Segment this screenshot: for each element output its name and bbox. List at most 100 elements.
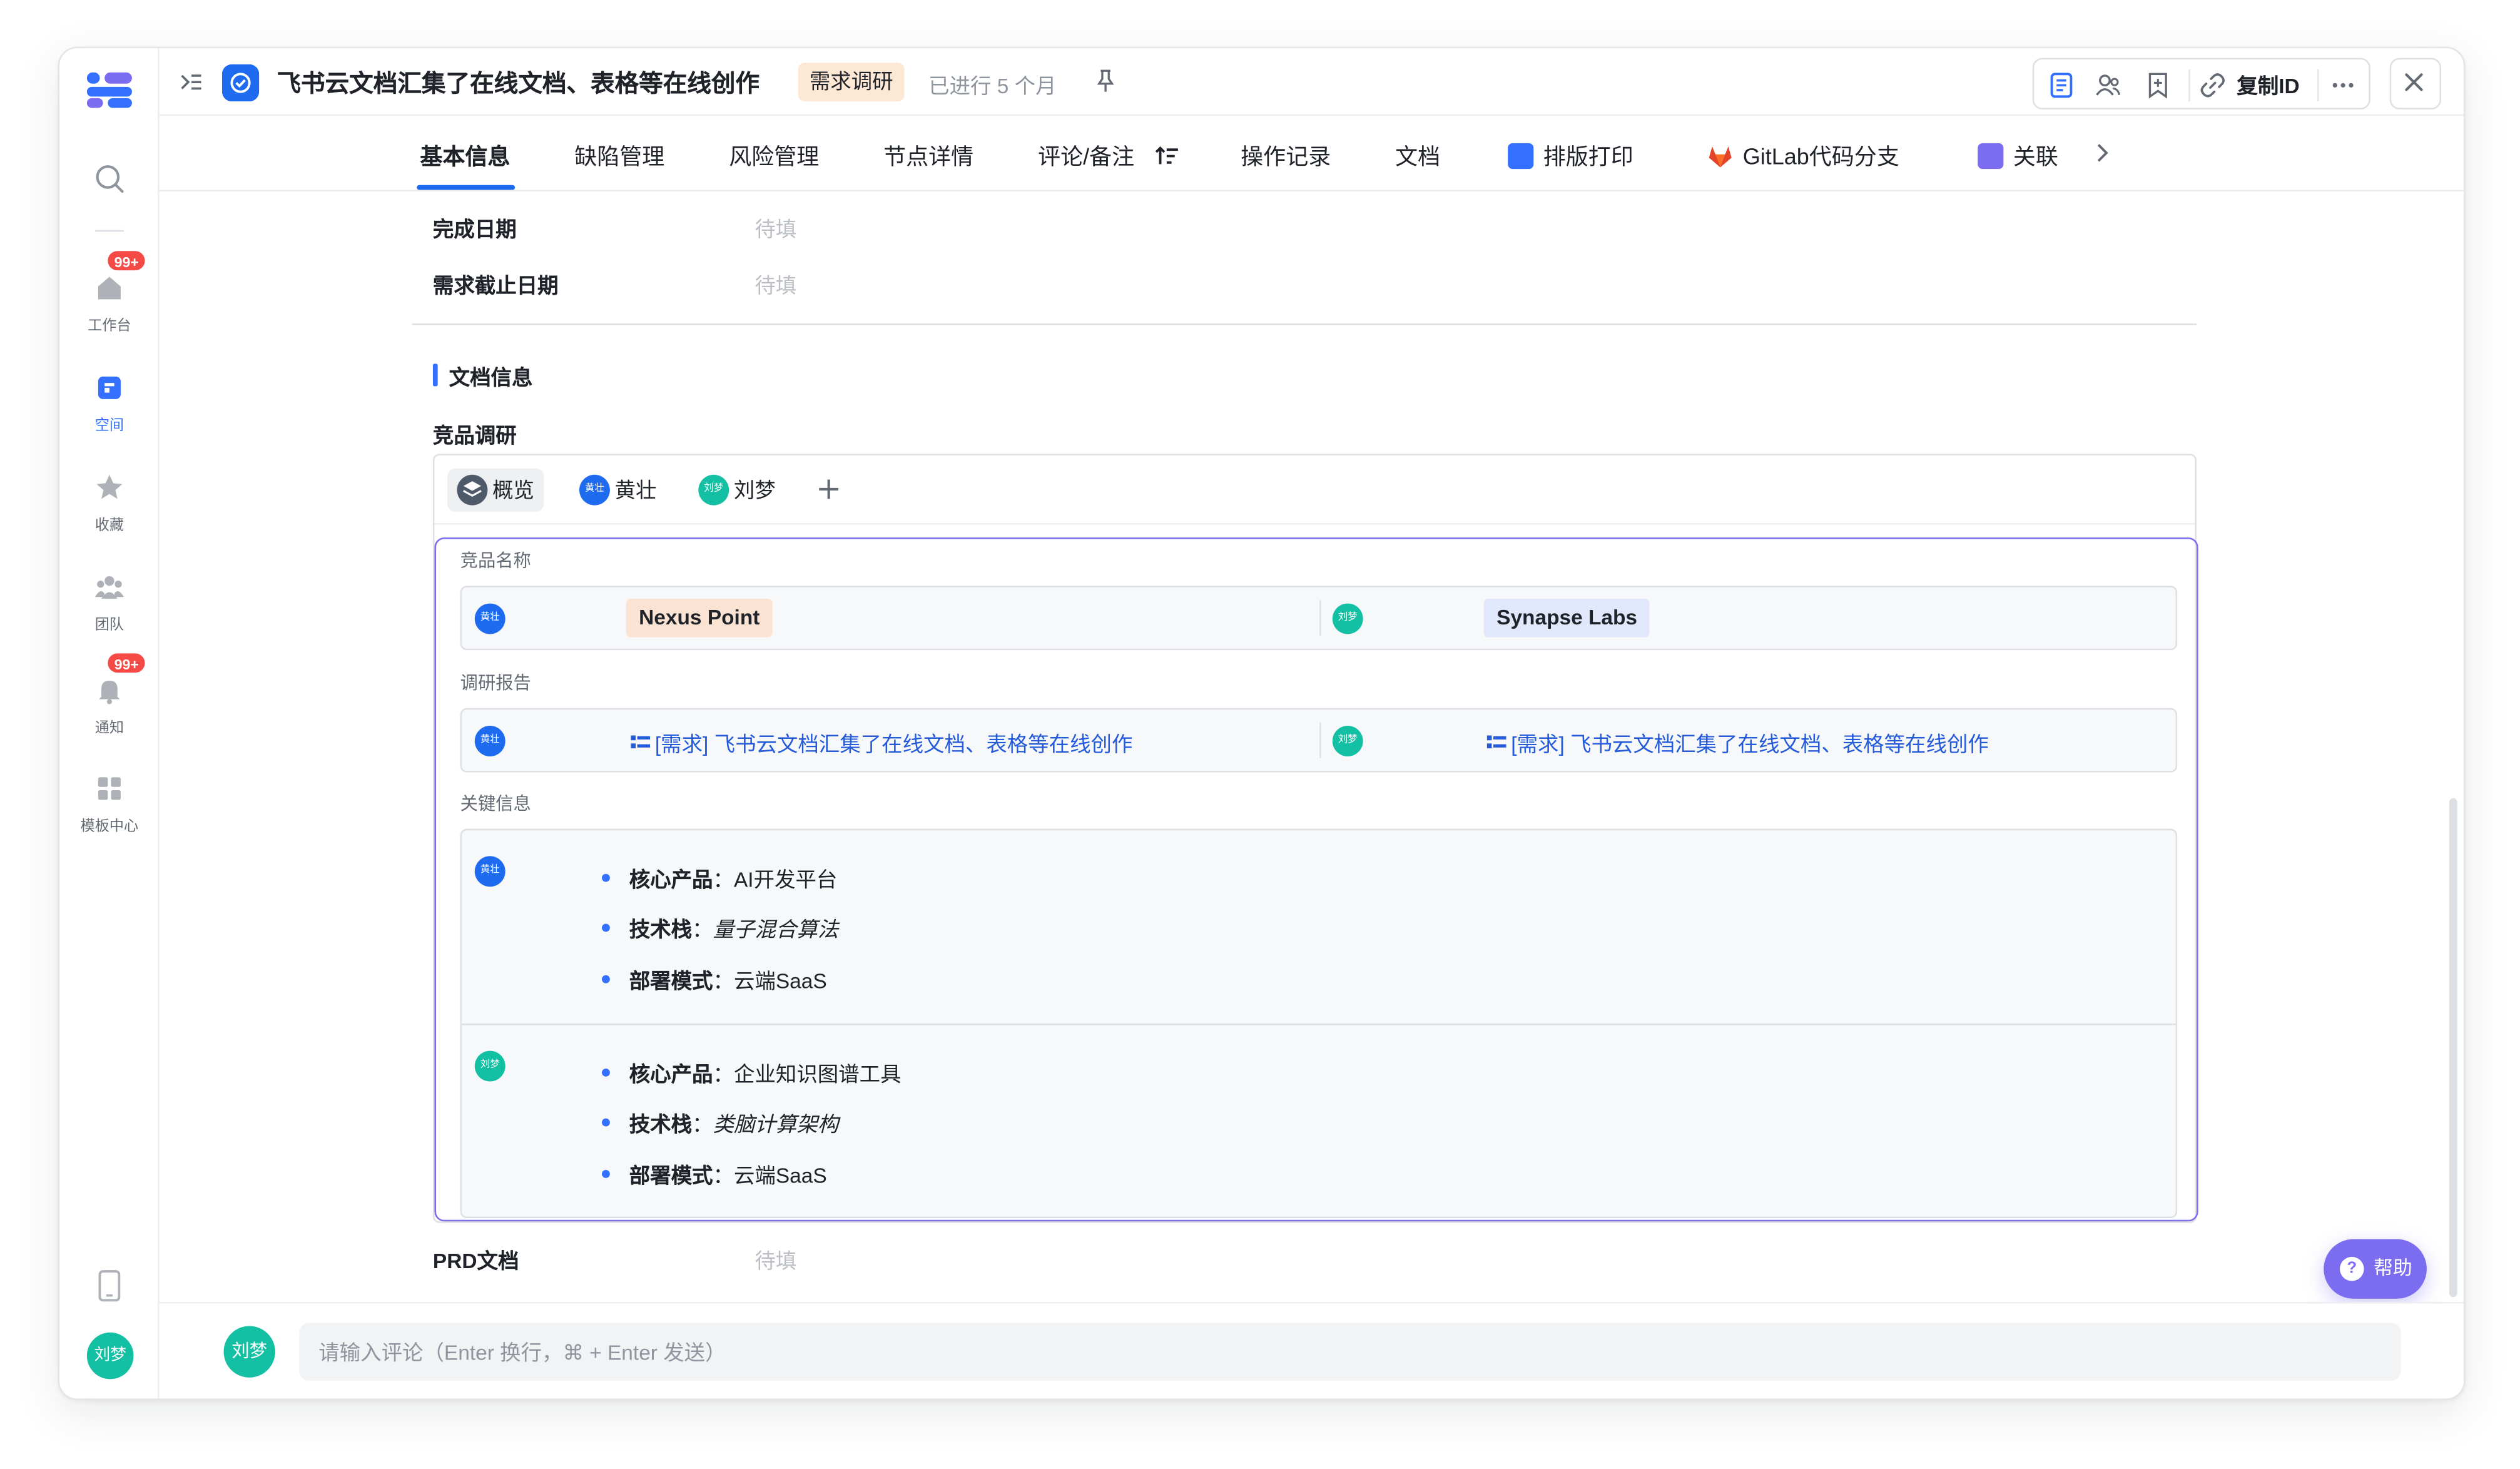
doc-tab-huangzhuang[interactable]: 黄壮 黄壮: [570, 469, 666, 512]
tab-gitlab[interactable]: GitLab代码分支: [1707, 140, 1899, 172]
sidebar-item-label: 团队: [94, 616, 124, 633]
list-item: 技术栈：量子混合算法: [601, 912, 838, 943]
sidebar-item-label: 收藏: [94, 516, 124, 533]
product-name-chip[interactable]: Nexus Point: [626, 598, 773, 638]
bell-icon: [99, 681, 120, 704]
report-doc-title: [需求] 飞书云文档汇集了在线文档、表格等在线创作: [1511, 732, 1989, 756]
sidebar-item-notifications[interactable]: 99+ 通知: [59, 651, 159, 737]
tab-basic-info[interactable]: 基本信息: [420, 140, 510, 172]
sidebar-item-label: 工作台: [88, 317, 131, 333]
avatar: 黄壮: [579, 474, 610, 506]
status-badge[interactable]: 需求调研: [798, 63, 905, 102]
toolbar-divider: [2317, 69, 2319, 102]
print-layout-icon: [1508, 143, 1534, 170]
layers-icon: [457, 474, 488, 506]
notification-badge: 99+: [106, 249, 147, 272]
block-label: 调研报告: [460, 674, 531, 694]
synced-block[interactable]: 竞品名称 黄壮 Nexus Point 刘梦 Synapse Labs 调研报告…: [434, 537, 2198, 1222]
sidebar-item-templates[interactable]: 模板中心: [59, 773, 159, 835]
pin-icon[interactable]: [1093, 68, 1119, 93]
report-doc-link[interactable]: [需求] 飞书云文档汇集了在线文档、表格等在线创作: [1486, 728, 1989, 758]
column-divider: [1319, 600, 1321, 636]
tab-comments[interactable]: 评论/备注: [1038, 140, 1179, 172]
product-name-chip[interactable]: Synapse Labs: [1483, 598, 1650, 638]
section-title: 文档信息: [432, 360, 532, 391]
tab-bar: 基本信息 缺陷管理 风险管理 节点详情 评论/备注 操作记录 文档 排版打印 G…: [159, 116, 2464, 192]
list-item: 部署模式：云端SaaS: [602, 964, 827, 995]
list-item: 核心产品：企业知识图谱工具: [601, 1057, 902, 1088]
tab-documents[interactable]: 文档: [1395, 140, 1440, 172]
vertical-scrollbar[interactable]: [2449, 798, 2457, 1298]
report-row: 黄壮 [需求] 飞书云文档汇集了在线文档、表格等在线创作 刘梦 [需求] 飞书云…: [460, 708, 2178, 773]
report-doc-link[interactable]: [需求] 飞书云文档汇集了在线文档、表格等在线创作: [631, 728, 1132, 758]
sidebar-item-team[interactable]: 团队: [59, 571, 159, 634]
avatar: 刘梦: [1332, 726, 1363, 756]
sidebar-item-space[interactable]: 空间: [59, 372, 159, 434]
search-icon[interactable]: [93, 163, 125, 195]
document-icon[interactable]: [2047, 71, 2076, 99]
notification-badge: 99+: [106, 651, 147, 674]
bookmark-icon[interactable]: [2143, 71, 2172, 99]
active-tab-indicator: [417, 185, 516, 190]
comment-input[interactable]: [299, 1323, 2401, 1381]
embedded-doc-card: 概览 黄壮 黄壮 刘梦 刘梦 竞品名称 黄壮 Nexus Point 刘梦 Sy…: [432, 454, 2198, 1223]
help-button[interactable]: ? 帮助: [2324, 1239, 2427, 1299]
avatar[interactable]: 刘梦: [86, 1332, 134, 1380]
list-doc-icon: [631, 735, 651, 749]
list-item: 技术栈：类脑计算架构: [601, 1107, 838, 1138]
sidebar-item-workbench[interactable]: 99+ 工作台: [59, 249, 159, 335]
list-item: 部署模式：云端SaaS: [602, 1159, 827, 1189]
elapsed-time: 已进行 5 个月: [928, 74, 1057, 98]
home-icon: [98, 277, 121, 300]
tab-label: 关联‌: [2013, 143, 2058, 170]
more-icon[interactable]: [2329, 71, 2357, 99]
chevron-right-icon[interactable]: [2090, 141, 2113, 164]
tab-print-layout[interactable]: 排版打印: [1508, 140, 1633, 172]
app-window: 99+ 工作台 空间 收藏 团队 99+ 通知 模板中心 刘梦 飞书云文档汇集了…: [58, 46, 2466, 1400]
prd-doc-value[interactable]: 待填: [754, 1244, 796, 1274]
subsection-title: 竞品调研: [432, 423, 517, 448]
doc-tab-liumeng[interactable]: 刘梦 刘梦: [689, 469, 785, 512]
tab-related[interactable]: 关联‌: [1978, 140, 2058, 172]
copy-id-button[interactable]: 复制ID: [2237, 69, 2299, 100]
app-logo-icon[interactable]: [86, 72, 132, 108]
gitlab-icon: [1709, 146, 1732, 168]
link-icon[interactable]: [2198, 71, 2227, 99]
sidebar-divider: [94, 230, 124, 232]
list-item: 核心产品：AI开发平台: [601, 863, 837, 893]
close-icon: [2405, 73, 2423, 91]
close-button[interactable]: [2389, 58, 2442, 109]
related-link-icon: [1978, 143, 2004, 170]
sidebar: 99+ 工作台 空间 收藏 团队 99+ 通知 模板中心 刘梦: [59, 48, 160, 1399]
avatar: 黄壮: [474, 603, 506, 634]
tab-defects[interactable]: 缺陷管理: [574, 140, 664, 172]
tab-label: GitLab代码分支: [1742, 143, 1899, 170]
block-label: 竞品名称: [460, 552, 531, 572]
doc-tab-label: 黄壮: [614, 477, 657, 502]
team-icon: [94, 576, 124, 599]
collapse-sidebar-icon[interactable]: [179, 69, 205, 95]
header-toolbar: 复制ID: [2032, 58, 2370, 109]
deadline-value[interactable]: 待填: [754, 269, 796, 300]
task-header: 飞书云文档汇集了在线文档、表格等在线创作 需求调研 已进行 5 个月 复制ID: [159, 48, 2464, 116]
add-tab-button[interactable]: [815, 472, 843, 507]
mobile-icon[interactable]: [96, 1269, 122, 1302]
members-icon[interactable]: [2093, 71, 2122, 99]
report-doc-title: [需求] 飞书云文档汇集了在线文档、表格等在线创作: [654, 732, 1133, 756]
tab-risks[interactable]: 风险管理: [729, 140, 819, 172]
completion-date-value[interactable]: 待填: [754, 213, 796, 243]
avatar: 黄壮: [474, 726, 506, 756]
tab-node-details[interactable]: 节点详情: [883, 140, 973, 172]
sidebar-item-favorites[interactable]: 收藏: [59, 472, 159, 534]
doc-tab-overview[interactable]: 概览: [447, 468, 544, 512]
main-content: 完成日期 待填 需求截止日期 待填 文档信息 竞品调研 概览 黄壮 黄壮 刘梦: [160, 193, 2464, 1304]
avatar: 刘梦: [223, 1326, 275, 1378]
plus-icon: [819, 479, 839, 499]
avatar: 黄壮: [474, 856, 506, 887]
avatar: 刘梦: [474, 1050, 506, 1082]
sort-icon[interactable]: [1154, 143, 1179, 169]
page-title: 飞书云文档汇集了在线文档、表格等在线创作: [277, 71, 760, 98]
toolbar-divider: [2188, 69, 2190, 102]
tab-operation-log[interactable]: 操作记录: [1241, 140, 1331, 172]
sidebar-item-label: 模板中心: [80, 817, 139, 834]
